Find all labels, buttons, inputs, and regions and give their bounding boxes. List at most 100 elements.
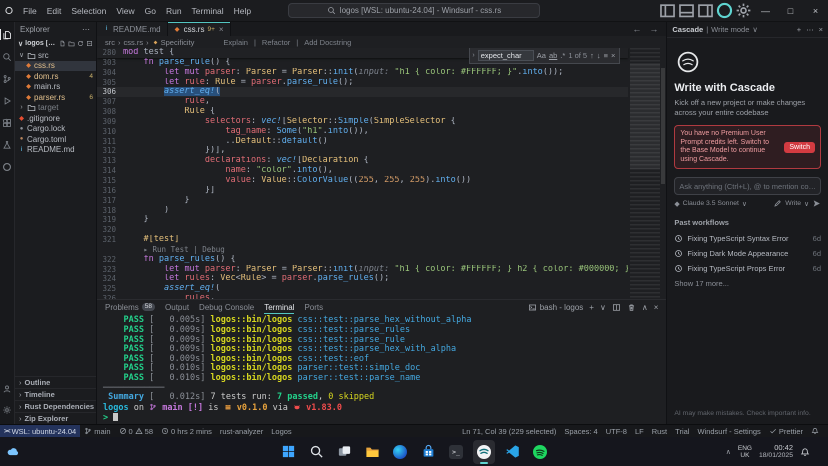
code-line[interactable]: 318 ) bbox=[97, 206, 628, 216]
menu-file[interactable]: File bbox=[18, 6, 42, 16]
find-prev-icon[interactable]: ↑ bbox=[590, 51, 594, 60]
code-line[interactable]: 325 assert_eq!( bbox=[97, 284, 628, 294]
nav-back-icon[interactable]: ← bbox=[632, 24, 641, 34]
cascade-mode-label[interactable]: Write mode bbox=[711, 25, 749, 34]
code-line[interactable]: 326 rules, bbox=[97, 294, 628, 299]
code-line[interactable]: 313 declarations: vec![Declaration { bbox=[97, 156, 628, 166]
taskbar-windsurf[interactable] bbox=[473, 440, 495, 464]
code-editor[interactable]: 280mod test {303 fn parse_rule() {304 le… bbox=[97, 48, 666, 299]
tab-close-icon[interactable]: × bbox=[219, 25, 224, 34]
code-line[interactable]: 323 let mut parser: Parser = Parser::ini… bbox=[97, 265, 628, 275]
collapse-all-icon[interactable] bbox=[86, 40, 93, 47]
refresh-icon[interactable] bbox=[77, 40, 84, 47]
taskbar-spotify[interactable] bbox=[529, 440, 551, 464]
split-terminal-icon[interactable] bbox=[612, 303, 621, 312]
taskbar-task-view[interactable] bbox=[333, 440, 355, 464]
status-encoding[interactable]: UTF-8 bbox=[602, 425, 631, 437]
sidebar-section-zip-explorer[interactable]: ›Zip Explorer bbox=[15, 412, 96, 424]
chevron-down-icon[interactable]: ∨ bbox=[752, 25, 758, 34]
lens-add-docstring[interactable]: Add Docstring bbox=[304, 38, 351, 47]
sidebar-section-rust-dependencies[interactable]: ›Rust Dependencies bbox=[15, 400, 96, 412]
menu-terminal[interactable]: Terminal bbox=[187, 6, 229, 16]
new-cascade-icon[interactable]: + bbox=[797, 25, 801, 34]
tree-item-src[interactable]: ∨src bbox=[15, 50, 96, 61]
terminal-dropdown-icon[interactable]: ∨ bbox=[600, 303, 606, 312]
activity-settings[interactable] bbox=[0, 403, 15, 416]
activity-extensions[interactable] bbox=[0, 116, 15, 129]
workspace-section-header[interactable]: ∨ logos [WSL: ubuntu-24.04] bbox=[15, 37, 96, 50]
code-lens-line[interactable]: ▸ Run Test | Debug bbox=[97, 245, 628, 255]
status-indentation[interactable]: Spaces: 4 bbox=[560, 425, 601, 437]
status-trial[interactable]: Trial bbox=[671, 425, 693, 437]
taskbar-edge[interactable] bbox=[389, 440, 411, 464]
taskbar-vscode[interactable] bbox=[501, 440, 523, 464]
language-indicator[interactable]: ENGUK bbox=[738, 445, 752, 459]
kill-terminal-icon[interactable] bbox=[627, 303, 636, 312]
find-next-icon[interactable]: ↓ bbox=[597, 51, 601, 60]
command-center[interactable]: logos [WSL: ubuntu-24.04] - Windsurf - c… bbox=[288, 3, 540, 18]
status-eol[interactable]: LF bbox=[631, 425, 648, 437]
clock[interactable]: 00:42 18/01/2025 bbox=[759, 444, 793, 460]
activity-cascade[interactable] bbox=[0, 160, 15, 173]
code-line[interactable]: 319 } bbox=[97, 215, 628, 225]
match-case-icon[interactable]: Aa bbox=[537, 51, 546, 60]
code-line[interactable]: 317 } bbox=[97, 196, 628, 206]
find-input[interactable] bbox=[478, 50, 534, 61]
windsurf-account-icon[interactable] bbox=[715, 0, 734, 21]
status-logos-task[interactable]: Logos bbox=[267, 425, 295, 437]
sidebar-section-outline[interactable]: ›Outline bbox=[15, 376, 96, 388]
tree-item-cargo-toml[interactable]: ●Cargo.toml bbox=[15, 134, 96, 145]
status-notifications[interactable] bbox=[807, 425, 823, 437]
code-line[interactable]: 316 }] bbox=[97, 186, 628, 196]
workflow-fixing-dark-mode-appearance[interactable]: Fixing Dark Mode Appearance6d bbox=[674, 246, 821, 261]
activity-explorer[interactable] bbox=[0, 28, 15, 41]
activity-run-debug[interactable] bbox=[0, 94, 15, 107]
nav-forward-icon[interactable]: → bbox=[649, 24, 658, 34]
activity-source-control[interactable] bbox=[0, 72, 15, 85]
status-rust-analyzer[interactable]: rust-analyzer bbox=[216, 425, 267, 437]
maximize-panel-icon[interactable]: ∧ bbox=[642, 303, 648, 312]
panel-tab-output[interactable]: Output bbox=[165, 300, 189, 314]
find-in-selection-icon[interactable]: ≡ bbox=[604, 51, 608, 60]
menu-run[interactable]: Run bbox=[161, 6, 187, 16]
whole-word-icon[interactable]: ab bbox=[549, 51, 557, 60]
status-branch[interactable]: main bbox=[80, 425, 114, 437]
new-folder-icon[interactable] bbox=[68, 40, 75, 47]
mode-selector[interactable]: Write bbox=[785, 200, 801, 207]
menu-help[interactable]: Help bbox=[229, 6, 256, 16]
breadcrumb-item[interactable]: src bbox=[105, 38, 115, 47]
tray-overflow-icon[interactable]: ∧ bbox=[726, 448, 731, 456]
model-selector[interactable]: Claude 3.5 Sonnet bbox=[683, 200, 739, 207]
tree-item-cargo-lock[interactable]: ●Cargo.lock bbox=[15, 124, 96, 135]
workflow-fixing-typescript-props-error[interactable]: Fixing TypeScript Props Error6d bbox=[674, 261, 821, 276]
tab-css-rs[interactable]: ◆css.rs9+× bbox=[168, 22, 231, 36]
new-file-icon[interactable] bbox=[59, 40, 66, 47]
toggle-panel-icon[interactable] bbox=[677, 0, 696, 21]
status-problems[interactable]: 058 bbox=[115, 425, 158, 437]
cascade-close-icon[interactable]: × bbox=[819, 25, 823, 34]
tree-item-target[interactable]: ›target bbox=[15, 103, 96, 114]
new-terminal-icon[interactable]: + bbox=[589, 303, 594, 312]
sidebar-more-icon[interactable]: ⋯ bbox=[82, 25, 91, 34]
taskbar-start[interactable] bbox=[277, 440, 299, 464]
close-panel-icon[interactable]: × bbox=[654, 303, 659, 312]
status-cursor-position[interactable]: Ln 71, Col 39 (229 selected) bbox=[458, 425, 560, 437]
lens-refactor[interactable]: Refactor bbox=[262, 38, 290, 47]
activity-search[interactable] bbox=[0, 50, 15, 63]
workflow-fixing-typescript-syntax-error[interactable]: Fixing TypeScript Syntax Error6d bbox=[674, 231, 821, 246]
code-line[interactable]: 311 ..Default::default() bbox=[97, 137, 628, 147]
tree-item-dom-rs[interactable]: ◆dom.rs4 bbox=[15, 71, 96, 82]
tree-item-parser-rs[interactable]: ◆parser.rs6 bbox=[15, 92, 96, 103]
breadcrumb-item[interactable]: Specificity bbox=[152, 38, 195, 47]
panel-tab-ports[interactable]: Ports bbox=[304, 300, 323, 314]
status-language[interactable]: Rust bbox=[648, 425, 671, 437]
activity-testing[interactable] bbox=[0, 138, 15, 151]
tab-readme-md[interactable]: iREADME.md bbox=[97, 22, 168, 36]
status-remote[interactable]: ><WSL: ubuntu-24.04 bbox=[0, 425, 80, 437]
menu-selection[interactable]: Selection bbox=[66, 6, 111, 16]
taskbar-file-explorer[interactable] bbox=[361, 440, 383, 464]
find-toggle-icon[interactable]: › bbox=[472, 52, 474, 59]
show-more-link[interactable]: Show 17 more... bbox=[674, 279, 821, 288]
terminal-session[interactable]: bash - logos bbox=[528, 303, 584, 312]
minimap[interactable] bbox=[630, 48, 660, 299]
